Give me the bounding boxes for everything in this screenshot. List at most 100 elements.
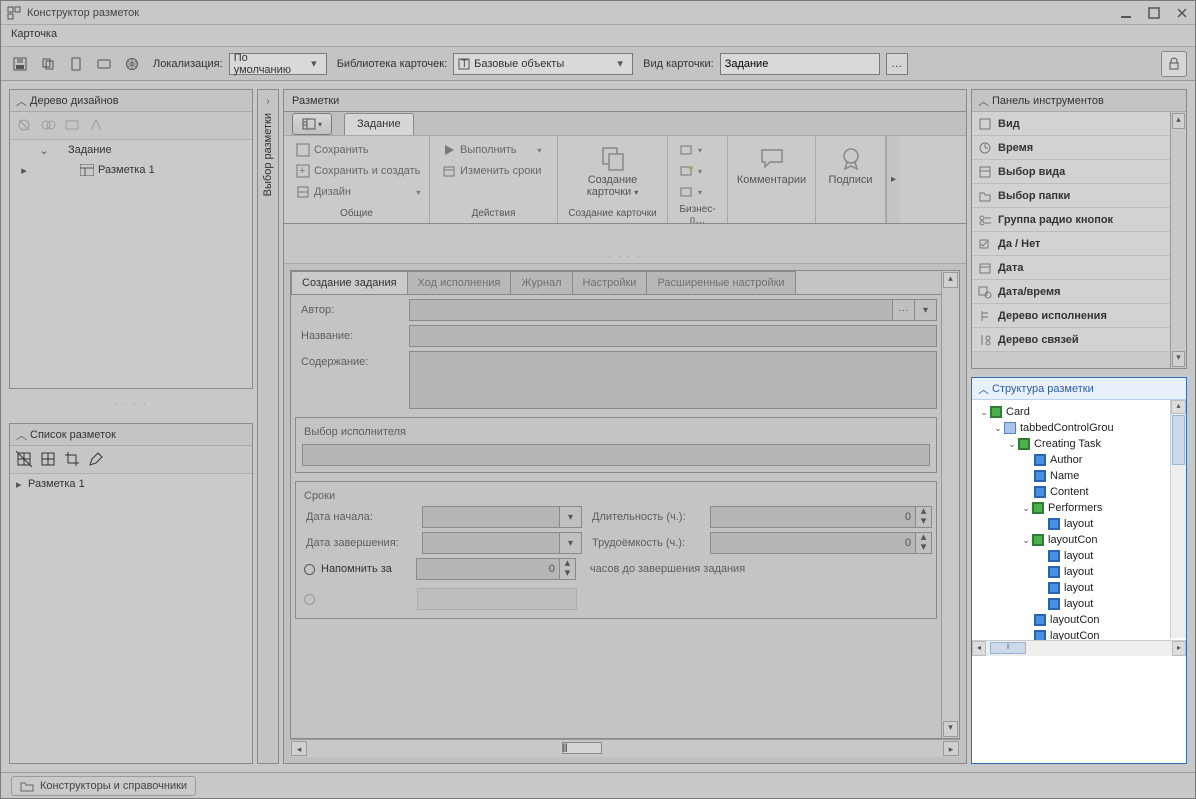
radio-button[interactable] <box>304 594 315 605</box>
author-input[interactable]: ··· ▾ <box>409 299 937 321</box>
labor-input[interactable]: 0▴▾ <box>710 532 932 554</box>
tab-progress[interactable]: Ход исполнения <box>407 271 512 294</box>
biz-btn-3[interactable]: ▾ <box>676 182 706 202</box>
pencil-icon[interactable] <box>88 451 106 469</box>
performer-input[interactable] <box>302 444 930 466</box>
upper-grip-bar[interactable]: · · · · <box>284 224 966 264</box>
biz-btn-1[interactable]: ▾ <box>676 140 706 160</box>
card-icon[interactable] <box>93 53 115 75</box>
tool-item-date[interactable]: Дата <box>972 256 1170 280</box>
tool-icon-2[interactable] <box>40 117 58 135</box>
scroll-thumb[interactable] <box>1172 415 1185 465</box>
scroll-thumb[interactable]: ⦀ <box>562 742 602 754</box>
expand-icon[interactable]: ⌄ <box>1006 439 1018 450</box>
struct-node-performers[interactable]: ⌄Performers <box>974 500 1168 516</box>
signatures-button[interactable]: Подписи <box>821 140 881 190</box>
expand-icon[interactable]: ⌄ <box>1020 503 1032 514</box>
create-card-button[interactable]: Создание карточки ▾ <box>566 140 659 203</box>
struct-node-layoutcon-2[interactable]: layoutCon <box>974 612 1168 628</box>
ribbon-scroll-right[interactable]: ▸ <box>886 136 900 223</box>
change-dates-button[interactable]: Изменить сроки <box>438 161 545 181</box>
radio-button[interactable] <box>304 564 315 575</box>
footer-tab-constructors[interactable]: Конструкторы и справочники <box>11 776 196 796</box>
list-item[interactable]: ▸ Разметка 1 <box>10 474 252 494</box>
scroll-right-icon[interactable]: ▸ <box>943 741 959 756</box>
tab-advanced-settings[interactable]: Расширенные настройки <box>646 271 795 294</box>
struct-node-layout-d[interactable]: layout <box>974 596 1168 612</box>
tool-item-folder-select[interactable]: Выбор папки <box>972 184 1170 208</box>
card-kind-field[interactable] <box>720 53 880 75</box>
design-tree-header[interactable]: ︿ Дерево дизайнов <box>10 90 252 112</box>
scroll-up-icon[interactable]: ▴ <box>943 272 958 288</box>
struct-node-layout[interactable]: layout <box>974 516 1168 532</box>
grid-icon-1[interactable] <box>16 451 34 469</box>
copy-icon[interactable] <box>37 53 59 75</box>
tool-item-radio-group[interactable]: Группа радио кнопок <box>972 208 1170 232</box>
save-icon[interactable] <box>9 53 31 75</box>
design-button[interactable]: Дизайн▾ <box>292 182 424 202</box>
layout-select-collapsed-panel[interactable]: › Выбор разметки <box>257 89 279 764</box>
scroll-up-icon[interactable]: ▴ <box>1172 113 1185 129</box>
layout-list-header[interactable]: ︿ Список разметок <box>10 424 252 446</box>
tool-item-view-select[interactable]: Выбор вида <box>972 160 1170 184</box>
ellipsis-button[interactable]: ··· <box>892 300 914 320</box>
comments-button[interactable]: Комментарии <box>729 140 814 190</box>
struct-node-creating-task[interactable]: ⌄Creating Task <box>974 436 1168 452</box>
start-date-input[interactable]: ▾ <box>422 506 582 528</box>
ribbon-tab-task[interactable]: Задание <box>344 113 414 135</box>
scroll-thumb[interactable]: ⦀ <box>990 642 1026 654</box>
tool-item-datetime[interactable]: Дата/время <box>972 280 1170 304</box>
library-combo[interactable]: T Базовые объекты ▾ <box>453 53 633 75</box>
close-icon[interactable] <box>1175 6 1189 20</box>
scroll-down-icon[interactable]: ▾ <box>1172 351 1185 367</box>
card-kind-browse-button[interactable]: … <box>886 53 908 75</box>
remind-input[interactable]: 0▴▾ <box>416 558 576 580</box>
tool-item-links-tree[interactable]: Дерево связей <box>972 328 1170 352</box>
struct-node-card[interactable]: ⌄Card <box>974 404 1168 420</box>
form-vertical-scrollbar[interactable]: ▴ ▾ <box>941 271 959 738</box>
struct-node-layoutcon-1[interactable]: ⌄layoutCon <box>974 532 1168 548</box>
spin-buttons[interactable]: ▴▾ <box>915 533 931 553</box>
calendar-dropdown[interactable]: ▾ <box>559 533 581 553</box>
tab-settings[interactable]: Настройки <box>572 271 648 294</box>
structure-header[interactable]: ︿ Структура разметки <box>972 378 1186 400</box>
end-date-input[interactable]: ▾ <box>422 532 582 554</box>
splitter-dots[interactable]: · · · · <box>9 399 253 413</box>
tool-item-view[interactable]: Вид <box>972 112 1170 136</box>
execute-button[interactable]: Выполнить▾ <box>438 140 545 160</box>
scroll-left-icon[interactable]: ◂ <box>291 741 307 756</box>
document-icon[interactable] <box>65 53 87 75</box>
minimize-icon[interactable] <box>1119 6 1133 20</box>
grid-icon-2[interactable] <box>40 451 58 469</box>
tab-journal[interactable]: Журнал <box>510 271 572 294</box>
scroll-down-icon[interactable]: ▾ <box>943 721 958 737</box>
name-input[interactable] <box>409 325 937 347</box>
dropdown-button[interactable]: ▾ <box>914 300 936 320</box>
spin-buttons[interactable]: ▴▾ <box>559 559 575 579</box>
structure-vscroll[interactable]: ▴ <box>1170 400 1186 638</box>
tool-icon-1[interactable] <box>16 117 34 135</box>
tool-item-yesno[interactable]: Да / Нет <box>972 232 1170 256</box>
toolbox-scrollbar[interactable]: ▴ ▾ <box>1170 112 1186 368</box>
lock-button[interactable] <box>1161 51 1187 77</box>
scroll-left-icon[interactable]: ◂ <box>972 641 986 656</box>
localization-combo[interactable]: По умолчанию ▾ <box>229 53 327 75</box>
tree-row-child[interactable]: ▸ Разметка 1 <box>10 160 252 180</box>
tool-item-exec-tree[interactable]: Дерево исполнения <box>972 304 1170 328</box>
menu-card[interactable]: Карточка <box>11 28 57 40</box>
globe-icon[interactable] <box>121 53 143 75</box>
form-horizontal-scrollbar[interactable]: ◂ ⦀ ▸ <box>290 739 960 757</box>
expand-icon[interactable]: ⌄ <box>992 423 1004 434</box>
toolbox-header[interactable]: ︿ Панель инструментов <box>972 90 1186 112</box>
tree-row-root[interactable]: ⌄ Задание <box>10 140 252 160</box>
expand-icon[interactable]: ⌄ <box>1020 535 1032 546</box>
crop-icon[interactable] <box>64 451 82 469</box>
tool-item-time[interactable]: Время <box>972 136 1170 160</box>
tab-create-task[interactable]: Создание задания <box>291 271 408 294</box>
maximize-icon[interactable] <box>1147 6 1161 20</box>
spin-buttons[interactable]: ▴▾ <box>915 507 931 527</box>
duration-input[interactable]: 0▴▾ <box>710 506 932 528</box>
scroll-right-icon[interactable]: ▸ <box>1172 641 1186 656</box>
remind-input-2[interactable] <box>417 588 577 610</box>
tool-icon-4[interactable] <box>88 117 106 135</box>
